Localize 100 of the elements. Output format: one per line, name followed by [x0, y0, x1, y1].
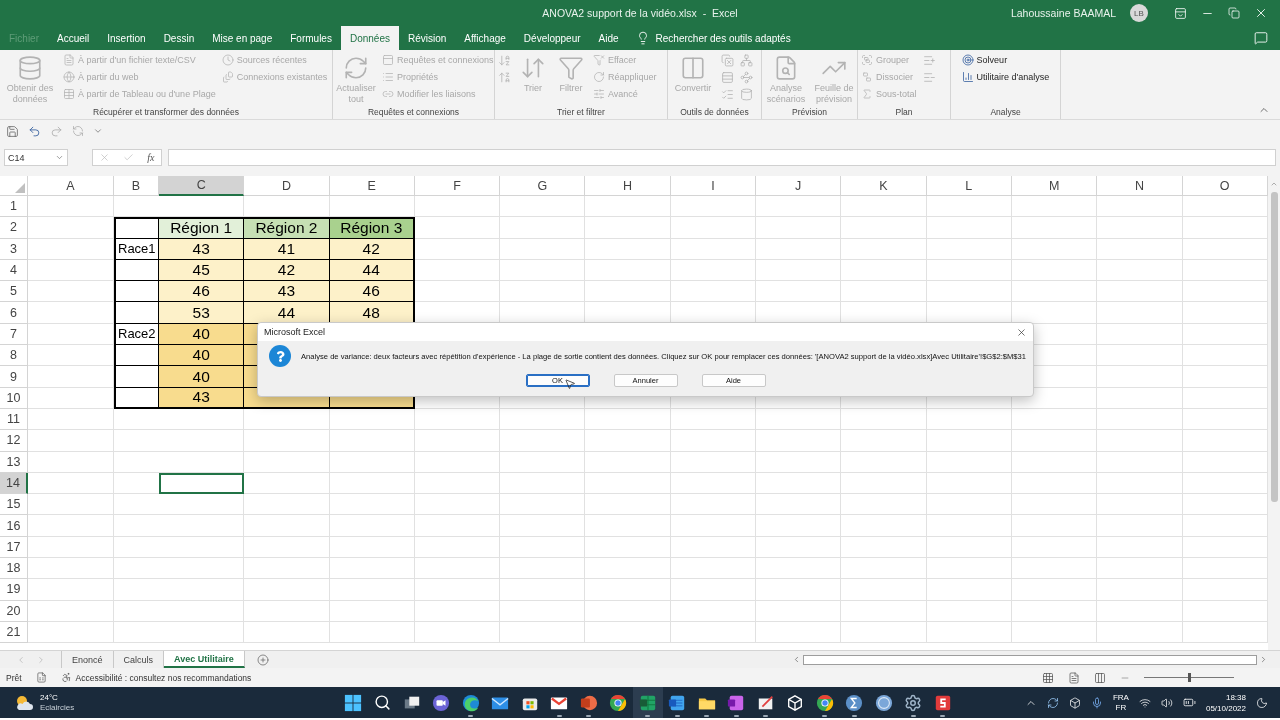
clock-time[interactable]: 18:38 [1225, 691, 1246, 703]
scroll-left-icon[interactable] [792, 655, 801, 664]
save-icon[interactable] [6, 124, 19, 138]
row-header[interactable]: 9 [0, 366, 28, 388]
ribbon-tab[interactable]: Données [340, 26, 399, 50]
column-header[interactable]: A [28, 176, 114, 196]
focus-icon[interactable] [1256, 696, 1268, 709]
ribbon-button[interactable]: Utilitaire d'analyse [960, 70, 1051, 84]
row-header[interactable]: 5 [0, 281, 28, 303]
row-header[interactable]: 2 [0, 217, 28, 239]
circle-browser-icon[interactable] [815, 693, 834, 712]
customize-icon[interactable] [93, 126, 103, 136]
circle-app-icon[interactable] [874, 693, 893, 712]
box-icon[interactable] [1068, 696, 1081, 709]
column-header[interactable]: H [585, 176, 671, 196]
page-layout-icon[interactable] [1068, 671, 1080, 684]
sigma-icon[interactable] [845, 693, 864, 712]
scroll-right-icon[interactable] [1259, 655, 1268, 664]
sync-icon[interactable] [1046, 696, 1059, 709]
pen-sheet-icon[interactable] [756, 693, 775, 712]
keyboard-layout[interactable]: FR [1115, 702, 1127, 713]
clock-date[interactable]: 05/10/2022 [1205, 702, 1246, 714]
notebook-icon[interactable] [727, 693, 746, 712]
app-tile-icon[interactable] [933, 693, 952, 712]
column-header[interactable]: M [1011, 176, 1098, 196]
undo-icon[interactable] [28, 124, 41, 138]
page-break-icon[interactable] [1094, 671, 1106, 684]
add-sheet-icon[interactable] [256, 653, 269, 666]
circle-browser-icon[interactable] [609, 693, 628, 712]
row-header[interactable]: 15 [0, 494, 28, 516]
column-header[interactable]: K [841, 176, 927, 196]
column-header[interactable]: B [114, 176, 159, 196]
ribbon-tab[interactable]: Révision [398, 26, 456, 50]
macro-record-icon[interactable] [35, 672, 47, 683]
column-header[interactable]: N [1097, 176, 1183, 196]
row-header[interactable]: 4 [0, 259, 28, 282]
ribbon-tab[interactable]: Insertion [98, 26, 155, 50]
column-header[interactable]: L [926, 176, 1012, 196]
column-header[interactable]: E [329, 176, 415, 196]
row-header[interactable]: 14 [0, 472, 28, 495]
row-header[interactable]: 21 [0, 621, 28, 644]
column-header[interactable]: J [756, 176, 842, 196]
column-header[interactable]: O [1182, 176, 1268, 196]
row-header[interactable]: 7 [0, 323, 28, 346]
restore-icon[interactable] [1228, 7, 1240, 19]
accessibility-status[interactable]: Accessibilité : consultez nos recommandations [75, 672, 252, 683]
weather-icon[interactable] [14, 693, 34, 712]
volume-icon[interactable] [1160, 696, 1173, 709]
ribbon-tab[interactable]: Affichage [455, 26, 515, 50]
cube-icon[interactable] [786, 693, 805, 712]
ribbon-tab[interactable]: Accueil [48, 26, 99, 50]
ribbon-display-icon[interactable] [1174, 6, 1187, 20]
ribbon-tab[interactable]: Dessin [154, 26, 204, 50]
name-box[interactable]: C14 [4, 149, 68, 166]
sheet-tab[interactable]: Avec Utilitaire [164, 651, 245, 668]
column-header[interactable]: D [244, 176, 330, 196]
scrollbar-thumb[interactable] [1270, 192, 1278, 502]
column-header[interactable]: C [159, 176, 245, 196]
wifi-icon[interactable] [1138, 696, 1151, 709]
row-header[interactable]: 8 [0, 345, 28, 367]
horizontal-scrollbar[interactable] [803, 654, 1257, 665]
start-icon[interactable] [343, 693, 362, 712]
browser-icon[interactable] [461, 693, 480, 712]
settings-icon[interactable] [904, 693, 923, 712]
spreadsheet-icon[interactable] [638, 693, 657, 712]
row-header[interactable]: 10 [0, 387, 28, 409]
row-header[interactable]: 1 [0, 196, 28, 218]
battery-icon[interactable] [1182, 696, 1196, 709]
ribbon-tab[interactable]: Mise en page [203, 26, 282, 50]
tell-me-search[interactable]: Rechercher des outils adaptés [655, 32, 791, 44]
row-header[interactable]: 13 [0, 451, 28, 473]
row-header[interactable]: 17 [0, 536, 28, 559]
row-header[interactable]: 16 [0, 515, 28, 537]
row-header[interactable]: 20 [0, 600, 28, 622]
ribbon-button[interactable]: Solveur [960, 53, 1051, 67]
search-icon[interactable] [373, 694, 391, 711]
microphone-icon[interactable] [1090, 696, 1103, 709]
document-icon[interactable] [668, 693, 687, 712]
ribbon-tab[interactable]: Aide [589, 26, 628, 50]
row-header[interactable]: 6 [0, 302, 28, 324]
user-avatar[interactable]: LB [1130, 4, 1148, 22]
formula-input[interactable] [168, 149, 1276, 166]
presentation-icon[interactable] [579, 693, 598, 712]
close-icon[interactable] [1016, 326, 1027, 338]
column-header[interactable]: G [500, 176, 586, 196]
row-header[interactable]: 12 [0, 430, 28, 452]
row-header[interactable]: 18 [0, 558, 28, 580]
video-chat-icon[interactable] [432, 693, 451, 712]
ribbon-tab[interactable]: Formules [281, 26, 341, 50]
row-header[interactable]: 19 [0, 579, 28, 601]
close-icon[interactable] [1254, 6, 1268, 20]
ribbon-tab[interactable]: Développeur [514, 26, 590, 50]
scroll-up-icon[interactable] [1270, 180, 1278, 188]
normal-view-icon[interactable] [1042, 671, 1054, 684]
insert-function-button[interactable]: fx [147, 152, 155, 163]
column-header[interactable]: I [670, 176, 757, 196]
comments-icon[interactable] [1254, 31, 1268, 45]
input-language[interactable]: FRA [1112, 692, 1129, 703]
zoom-thumb[interactable] [1188, 673, 1191, 682]
column-header[interactable]: F [414, 176, 501, 196]
